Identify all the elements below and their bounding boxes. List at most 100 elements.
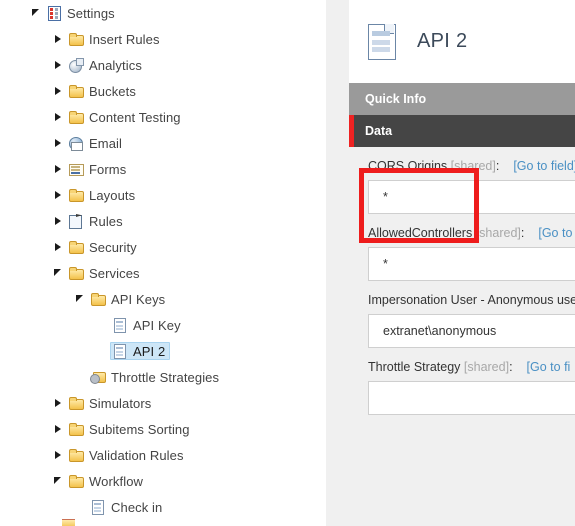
tree-item-body[interactable]: Services <box>66 264 145 282</box>
go-to-field-link[interactable]: [Go to field] <box>513 159 575 173</box>
expand-triangle-icon[interactable] <box>52 52 66 78</box>
tree-item-body[interactable]: Simulators <box>66 394 156 412</box>
tree-item-layouts[interactable]: Layouts <box>0 182 326 208</box>
tree-item-validation-rules[interactable]: Validation Rules <box>0 442 326 468</box>
page-fold-corner-icon <box>384 23 394 34</box>
tree-item-body[interactable]: Throttle Strategies <box>88 368 224 386</box>
tree-item-label: Analytics <box>89 57 142 73</box>
go-to-field-link[interactable]: [Go to <box>538 226 572 240</box>
folder-icon <box>68 447 84 463</box>
expand-triangle-icon[interactable] <box>52 26 66 52</box>
tree-item-email[interactable]: Email <box>0 130 326 156</box>
expand-triangle-icon[interactable] <box>52 156 66 182</box>
tree-scrollbar-track[interactable] <box>326 0 349 526</box>
field-input[interactable]: * <box>368 180 575 214</box>
field-label-text: Throttle Strategy <box>368 360 461 374</box>
tree-item-body[interactable]: Analytics <box>66 56 147 74</box>
settings-checklist-icon <box>46 5 62 21</box>
tree-item-settings[interactable]: Settings <box>0 0 326 26</box>
tree-item-security[interactable]: Security <box>0 234 326 260</box>
expand-triangle-icon[interactable] <box>52 208 66 234</box>
tree-item-simulators[interactable]: Simulators <box>0 390 326 416</box>
field-input[interactable]: * <box>368 247 575 281</box>
folder-icon <box>68 31 84 47</box>
tree-item-body[interactable]: Content Testing <box>66 108 186 126</box>
tree-item-api-2[interactable]: API 2 <box>0 338 326 364</box>
tree-item-body[interactable]: Forms <box>66 160 131 178</box>
section-quick-info[interactable]: Quick Info <box>349 83 575 115</box>
collapse-triangle-icon[interactable] <box>74 286 88 312</box>
tree-item-rules[interactable]: Rules <box>0 208 326 234</box>
tree-item-workflow[interactable]: Workflow <box>0 468 326 494</box>
tree-item-analytics[interactable]: Analytics <box>0 52 326 78</box>
folder-icon <box>68 109 84 125</box>
tree-item-label: Validation Rules <box>89 447 184 463</box>
tree-item-body[interactable]: Buckets <box>66 82 141 100</box>
tree-item-check-in[interactable]: Check in <box>0 494 326 520</box>
tree-item-body[interactable]: Validation Rules <box>66 446 189 464</box>
expand-triangle-icon[interactable] <box>52 130 66 156</box>
tree-item-body[interactable]: API Key <box>110 316 186 334</box>
folder-icon <box>68 83 84 99</box>
tree-item-throttle-strategies[interactable]: Throttle Strategies <box>0 364 326 390</box>
expand-triangle-icon[interactable] <box>52 234 66 260</box>
tree-item-selected[interactable]: API 2 <box>110 342 171 360</box>
tree-item-label: Services <box>89 265 140 281</box>
tree-item-insert-rules[interactable]: Insert Rules <box>0 26 326 52</box>
tree-item-body[interactable]: Settings <box>44 4 120 22</box>
tree-item-body[interactable]: Rules <box>66 212 128 230</box>
expand-triangle-icon[interactable] <box>52 390 66 416</box>
tree-item-label: Insert Rules <box>89 31 160 47</box>
tree-item-body[interactable]: Workflow <box>66 472 148 490</box>
expand-triangle-icon[interactable] <box>52 442 66 468</box>
folder-icon <box>68 239 84 255</box>
expand-triangle-icon[interactable] <box>52 182 66 208</box>
expand-triangle-icon[interactable] <box>52 78 66 104</box>
tree-item-services[interactable]: Services <box>0 260 326 286</box>
field-shared-tag: [shared] <box>450 159 496 173</box>
field-label: Impersonation User - Anonymous use <box>368 293 575 308</box>
tree-item-label: Subitems Sorting <box>89 421 190 437</box>
tree-item-subitems-sorting[interactable]: Subitems Sorting <box>0 416 326 442</box>
tree-item-body[interactable]: API Keys <box>88 290 170 308</box>
collapse-triangle-icon[interactable] <box>30 0 44 26</box>
tree-item-body[interactable]: Insert Rules <box>66 30 165 48</box>
field-throttle-strategy: Throttle Strategy [shared]: [Go to fi <box>349 360 575 415</box>
tree-item-body[interactable]: Subitems Sorting <box>66 420 195 438</box>
tree-item-label: Forms <box>89 161 127 177</box>
collapse-triangle-icon[interactable] <box>52 468 66 494</box>
tree-item-label: Simulators <box>89 395 152 411</box>
tree-item-body[interactable]: Email <box>66 134 127 152</box>
field-input[interactable] <box>368 381 575 415</box>
tree-item-content-testing[interactable]: Content Testing <box>0 104 326 130</box>
tree-item-body[interactable]: Layouts <box>66 186 140 204</box>
tree-item-buckets[interactable]: Buckets <box>0 78 326 104</box>
tree-item-label: Check in <box>111 499 163 515</box>
field-allowedcontrollers: AllowedControllers [shared]: [Go to * <box>349 226 575 281</box>
expand-triangle-icon[interactable] <box>52 416 66 442</box>
tree-item-api-key[interactable]: API Key <box>0 312 326 338</box>
expand-triangle-icon[interactable] <box>52 104 66 130</box>
tree-item-label: Workflow <box>89 473 144 489</box>
tree-item-body[interactable]: Security <box>66 238 142 256</box>
section-data[interactable]: Data <box>349 115 575 147</box>
tree-item-body[interactable]: Check in <box>88 498 167 516</box>
field-label-text: CORS Origins <box>368 159 448 173</box>
content-tree-pane: Settings Insert Rules Analytics Buckets Cont… <box>0 0 326 526</box>
go-to-field-link[interactable]: [Go to fi <box>527 360 571 374</box>
tree-item-api-keys[interactable]: API Keys <box>0 286 326 312</box>
field-input[interactable]: extranet\anonymous <box>368 314 575 348</box>
field-label-colon: : <box>520 226 525 240</box>
field-label: CORS Origins [shared]: [Go to field] <box>368 159 575 174</box>
tree-item-forms[interactable]: Forms <box>0 156 326 182</box>
collapse-triangle-icon[interactable] <box>52 260 66 286</box>
tree-item-label: Settings <box>67 5 115 21</box>
tree-item-label: Layouts <box>89 187 136 203</box>
section-data-label: Data <box>365 124 393 138</box>
document-icon <box>90 499 106 515</box>
field-shared-tag: [shared] <box>463 360 510 374</box>
screenshot-root: Settings Insert Rules Analytics Buckets Cont… <box>0 0 575 526</box>
field-cors-origins: CORS Origins [shared]: [Go to field] * <box>349 159 575 214</box>
